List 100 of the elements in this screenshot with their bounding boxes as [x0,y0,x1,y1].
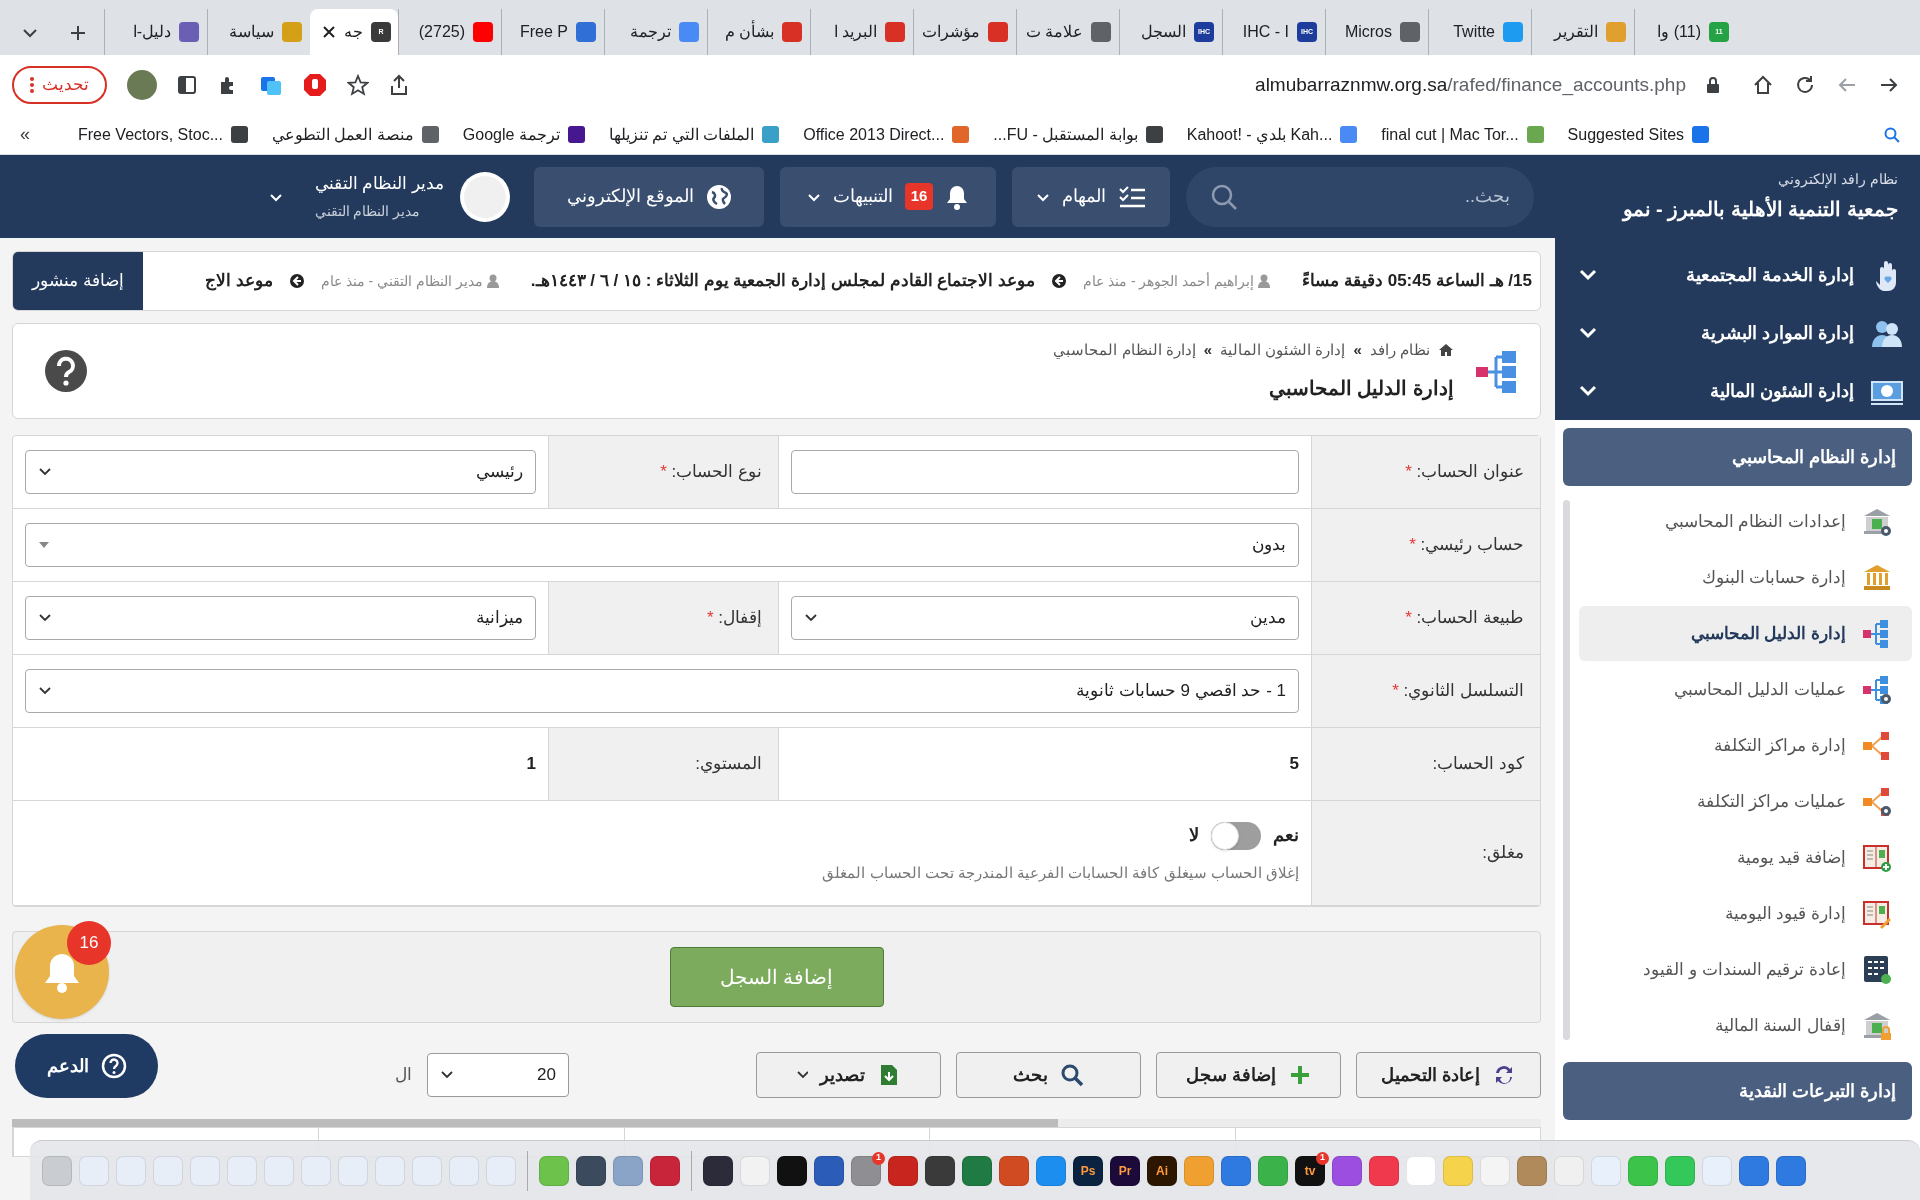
person-icon [1258,274,1271,288]
breadcrumb-link[interactable]: نظام رافد [1369,338,1430,362]
sidebar-item[interactable]: إعدادات النظام المحاسبي [1579,494,1912,549]
chevron-down-icon [1579,385,1597,397]
bookmark[interactable]: الملفات التي تم تنزيلها [608,122,780,147]
sidebar-item[interactable]: إضافة قيد يومية [1579,830,1912,885]
app-icon[interactable]: Pr [1110,1155,1140,1186]
chevron-down-icon [804,613,818,623]
reload-icon[interactable] [1794,74,1816,96]
chevron-down-icon [440,1070,454,1080]
bookmark[interactable]: Free Vectors, Stoc... [78,122,248,147]
sidebar-group[interactable]: إدارة الموارد البشرية [1555,304,1920,362]
select-field[interactable]: 1 - حد اقصي 9 حسابات ثانوية [25,669,1299,713]
select-field[interactable]: رئيسي [25,450,536,494]
news-meta: مدير النظام التقني - منذ عام [320,271,483,292]
combo-box[interactable]: بدون [25,523,1299,567]
toolbar-button[interactable]: بحث [956,1052,1141,1098]
tasks-button[interactable]: المهام [1012,166,1170,227]
support-button[interactable]: الدعم [15,1034,158,1098]
field-label: عنوان الحساب: * [1405,461,1524,484]
search-input[interactable]: بحث.. [1260,166,1510,227]
chevron-down-icon [38,467,52,477]
sidebar-item[interactable]: عمليات مراكز التكلفة [1579,774,1912,829]
more-bookmarks-button[interactable]: « [20,121,30,148]
app-icon[interactable] [703,1155,733,1186]
app-icon[interactable] [925,1155,955,1186]
app-icon[interactable] [814,1155,844,1186]
search-icon [1210,182,1238,211]
field-label: مغلق: [1482,842,1524,865]
website-button[interactable]: الموقع الإلكتروني [534,166,764,227]
share-icon[interactable] [389,74,409,96]
breadcrumb-link[interactable]: إدارة النظام المحاسبي [1053,338,1196,362]
help-icon[interactable] [45,350,87,392]
bookmark[interactable]: منصة العمل التطوعي [271,122,439,147]
user-name[interactable]: مدير النظام التقني [314,171,444,197]
user-role: مدير النظام التقني [314,201,421,222]
horizontal-scrollbar[interactable] [12,1119,1541,1127]
select-field[interactable]: ميزانية [25,596,536,640]
sidebar-item[interactable]: إدارة الدليل المحاسبي [1579,606,1912,661]
news-headline[interactable]: موعد الاجتماع القادم لمجلس إدارة الجمعية يوم الثلاثاء : ١٥ / ٦ / ١٤٤٣هـ. [530,268,1036,294]
new-tab-icon[interactable] [68,23,88,43]
bookmark[interactable]: Office 2013 Direct... [803,122,970,147]
search-field[interactable]: بحث.. [1186,166,1534,227]
app-icon[interactable] [576,1155,606,1186]
home-icon[interactable] [1438,343,1454,357]
bookmark[interactable]: Kahoot! - بلدي Kah... [1186,122,1358,147]
update-button[interactable]: تحديث [12,66,107,104]
bookmark[interactable]: ترجمة Google [462,122,585,147]
sidebar-item[interactable]: إدارة قيود اليومية [1579,886,1912,941]
stop-sign-icon[interactable] [303,73,327,97]
select-field[interactable]: مدين [791,596,1299,640]
sidebar-item[interactable]: إعادة ترقيم السندات و القيود [1579,942,1912,997]
toolbar-button[interactable]: تصدير [756,1052,941,1098]
checklist-icon [1118,184,1146,209]
profile-avatar[interactable] [127,70,157,100]
bookmark-favicon [567,126,585,143]
toggle-switch[interactable] [1211,821,1261,850]
side-panel-icon[interactable] [177,75,197,95]
app-icon[interactable]: Ps [1073,1155,1103,1186]
toolbar-button[interactable]: إضافة سجل [1156,1052,1341,1098]
bookmark[interactable]: بوابة المستقبل - FU... [993,122,1163,147]
branch-gear-icon [1862,785,1892,818]
search-icon[interactable] [1884,126,1900,143]
news-headline[interactable]: 15/ هـ الساعة 05:45 دقيقة مساءً [1302,268,1532,294]
field-value: 5 [1289,753,1299,776]
sidebar-group[interactable]: إدارة الخدمة المجتمعية [1555,246,1920,304]
text-field[interactable] [791,450,1299,494]
globe-icon [705,183,732,210]
bookmark[interactable]: final cut | Mac Tor... [1381,122,1544,147]
bookmark-favicon [952,126,970,143]
sidebar-item[interactable]: إقفال السنة المالية [1579,998,1912,1053]
sidebar-group[interactable]: إدارة الشئون المالية [1555,362,1920,420]
field-label: كود الحساب: [1432,753,1524,776]
sidebar-section-header[interactable]: إدارة النظام المحاسبي [1563,428,1912,486]
news-headline[interactable]: موعد الاج [205,268,273,294]
page-size-select[interactable]: 20 [427,1053,569,1097]
number-grid-icon [1862,953,1892,986]
field-label: إقفال: * [706,607,762,630]
close-icon[interactable] [322,25,336,39]
app-badge: 1 [872,1151,885,1165]
branch-icon [1862,729,1892,762]
more-icon [30,77,34,93]
scrollbar[interactable] [1563,500,1570,1040]
app-icon[interactable]: Ai [1147,1155,1177,1186]
notification-count-badge: 16 [904,183,934,210]
sidebar-section-header[interactable]: إدارة التبرعات النقدية [1563,1062,1912,1120]
bookmark-star-icon[interactable] [347,74,369,96]
system-name: نظام رافد الإلكتروني [1777,170,1898,190]
user-avatar[interactable] [460,171,510,222]
sidebar-item[interactable]: عمليات الدليل المحاسبي [1579,662,1912,717]
url-field[interactable]: almubarraznmw.org.sa/rafed/finance_accounts.php [429,70,1686,100]
bookmark[interactable]: Suggested Sites [1567,122,1710,147]
app-icon[interactable] [777,1155,807,1186]
sidebar-item[interactable]: إدارة مراكز التكلفة [1579,718,1912,773]
bookmark-favicon [230,126,248,143]
add-post-button[interactable]: إضافة منشور [13,252,143,310]
toolbar-button[interactable]: إعادة التحميل [1356,1052,1541,1098]
sidebar-item[interactable]: إدارة حسابات البنوك [1579,550,1912,605]
breadcrumb-link[interactable]: إدارة الشئون المالية [1220,338,1346,362]
home-icon[interactable] [1752,74,1774,96]
